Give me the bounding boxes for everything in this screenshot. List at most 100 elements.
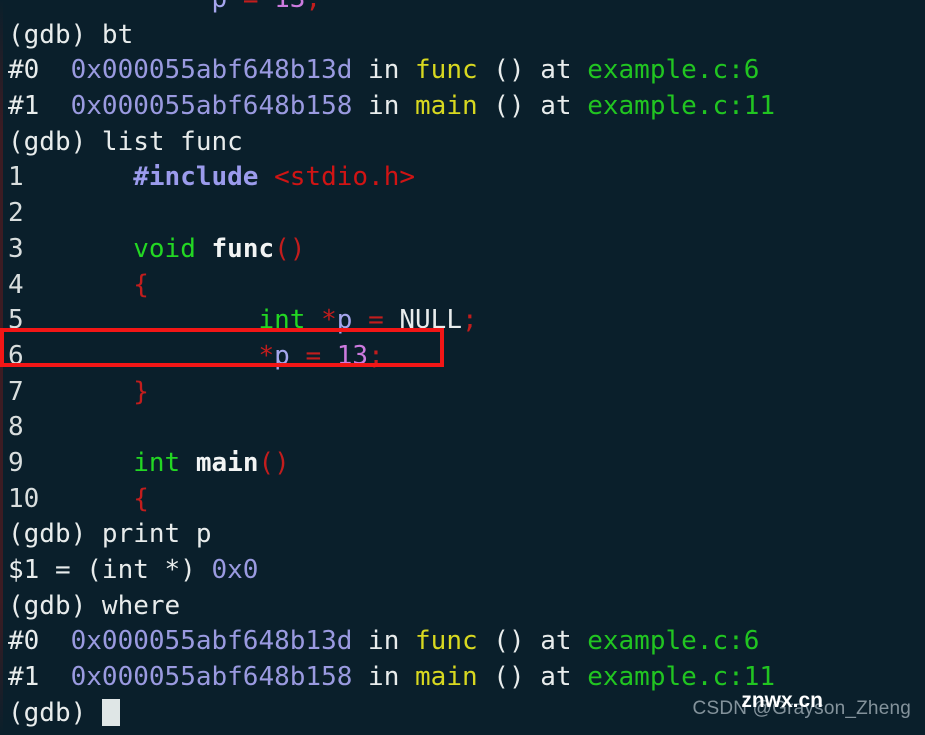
text-segment: NULL (399, 305, 462, 336)
text-segment (24, 234, 134, 264)
text-segment: 0x000055abf648b13d (70, 55, 353, 86)
text-segment: example.c:6 (587, 55, 760, 86)
terminal-row-src-line-2: 2 (8, 196, 925, 232)
text-segment: () (274, 233, 306, 264)
text-segment (258, 162, 274, 192)
text-segment: #0 (8, 55, 71, 86)
text-segment: 9 (8, 447, 24, 478)
text-segment: $1 = (int *) (8, 555, 212, 585)
text-segment (24, 448, 134, 478)
text-segment: (gdb) print p (8, 519, 212, 550)
text-segment: ; (305, 0, 321, 14)
text-segment: 13 (336, 340, 369, 371)
terminal-row-frame-0-bt: #0 0x000055abf648b13d in func () at exam… (8, 53, 925, 89)
text-segment (8, 0, 196, 14)
text-segment: in (352, 91, 416, 122)
text-segment: func (415, 626, 478, 657)
text-segment: 0x0 (211, 555, 259, 585)
text-segment (24, 341, 259, 371)
text-segment: (gdb) bt (8, 19, 134, 50)
text-segment: ; (462, 305, 478, 336)
terminal-row-prompt-print-p: (gdb) print p (8, 517, 925, 553)
text-segment: 6 (8, 340, 24, 371)
terminal-row-prompt-bt: (gdb) bt (8, 18, 925, 54)
text-segment: in (352, 662, 416, 693)
text-segment: (gdb) (8, 697, 102, 728)
text-segment: 7 (8, 376, 24, 407)
text-segment: * (258, 340, 275, 371)
text-segment: int (258, 305, 306, 336)
text-segment: 1 (8, 162, 24, 193)
text-segment: 5 (8, 305, 24, 336)
text-segment: = (243, 0, 259, 14)
text-segment: 10 (8, 483, 40, 514)
text-segment: main (195, 447, 259, 478)
text-segment: 0x000055abf648b158 (70, 662, 353, 693)
text-segment: main (415, 91, 478, 122)
text-segment: 13 (274, 0, 305, 14)
terminal-row-src-line-6: 6 *p = 13; (8, 339, 925, 375)
text-segment: 0x000055abf648b13d (70, 626, 353, 657)
terminal-screen[interactable]: *p = 13;(gdb) bt#0 0x000055abf648b13d in… (8, 0, 925, 731)
text-segment (39, 484, 133, 514)
text-segment (305, 305, 321, 335)
text-segment: <stdio.h> (274, 162, 416, 193)
text-segment: * (196, 0, 212, 14)
gdb-terminal-window[interactable]: *p = 13;(gdb) bt#0 0x000055abf648b13d in… (0, 0, 925, 735)
text-segment (321, 341, 337, 371)
terminal-row-prompt-where: (gdb) where (8, 589, 925, 625)
text-segment: 0x000055abf648b158 (70, 91, 353, 122)
text-segment: { (133, 483, 149, 514)
terminal-row-src-line-10: 10 { (8, 482, 925, 518)
terminal-row-frame-1-bt: #1 0x000055abf648b158 in main () at exam… (8, 89, 925, 125)
text-segment: #include (133, 162, 259, 193)
text-segment (180, 448, 196, 478)
text-segment (352, 305, 368, 335)
text-segment (290, 341, 306, 371)
text-segment: in (352, 626, 416, 657)
text-segment (24, 162, 134, 192)
text-segment: (gdb) list func (8, 126, 243, 157)
text-segment: #0 (8, 626, 71, 657)
text-segment: 3 (8, 233, 24, 264)
text-segment: { (133, 269, 149, 300)
text-segment: example.c:6 (587, 626, 760, 657)
text-segment: = (305, 340, 322, 371)
text-segment: 2 (8, 198, 24, 229)
text-segment: p (274, 340, 290, 371)
terminal-row-frame-0-where: #0 0x000055abf648b13d in func () at exam… (8, 624, 925, 660)
terminal-row-clipped-top: *p = 13; (8, 0, 925, 18)
text-segment: p (212, 0, 228, 14)
text-cursor (101, 698, 120, 726)
text-segment (384, 305, 400, 335)
text-segment (227, 0, 243, 14)
text-segment (258, 0, 274, 14)
text-segment (24, 377, 134, 407)
text-segment: = (368, 305, 384, 336)
text-segment: 8 (8, 412, 24, 443)
terminal-row-src-line-5: 5 int *p = NULL; (8, 303, 925, 339)
terminal-row-src-line-9: 9 int main() (8, 446, 925, 482)
terminal-row-src-line-8: 8 (8, 410, 925, 446)
terminal-row-print-result: $1 = (int *) 0x0 (8, 553, 925, 589)
text-segment: (gdb) where (8, 590, 181, 621)
terminal-row-prompt-list-func: (gdb) list func (8, 125, 925, 161)
text-segment: void (133, 233, 196, 264)
text-segment: () (258, 447, 290, 478)
terminal-row-src-line-3: 3 void func() (8, 232, 925, 268)
text-segment: () at (477, 662, 588, 693)
text-segment: main (415, 662, 478, 693)
text-segment: example.c:11 (587, 91, 776, 122)
text-segment: func (415, 55, 478, 86)
znwx-watermark-overlay: znwx.cn (741, 689, 823, 713)
text-segment (24, 270, 134, 300)
text-segment: #1 (8, 91, 71, 122)
text-segment: () at (477, 55, 588, 86)
text-segment: func (211, 233, 275, 264)
text-segment: } (133, 376, 149, 407)
text-segment: () at (477, 626, 588, 657)
text-segment: * (321, 305, 337, 336)
text-segment: p (336, 305, 353, 336)
text-segment: in (352, 55, 416, 86)
text-segment (196, 234, 212, 264)
